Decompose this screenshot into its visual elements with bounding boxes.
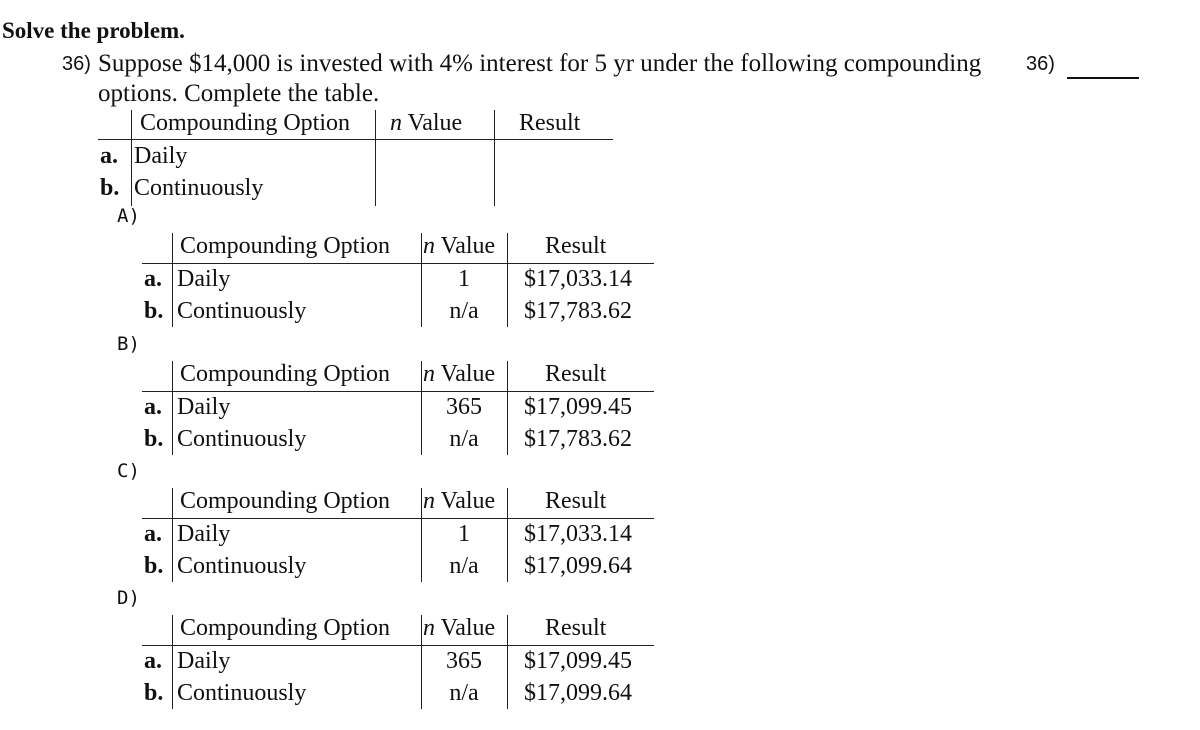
row-marker: b.: [144, 680, 164, 706]
n-symbol: n: [423, 615, 435, 641]
n-symbol: n: [390, 110, 402, 136]
row-marker: b.: [144, 298, 164, 324]
header-result: Result: [545, 488, 607, 514]
header-result: Result: [545, 615, 607, 641]
row-option: Daily: [177, 521, 231, 547]
table-divider: [172, 488, 173, 582]
row-option: Continuously: [134, 175, 264, 201]
row-result: $17,099.64: [524, 553, 632, 579]
choice-label[interactable]: D): [117, 587, 140, 609]
header-compounding-option: Compounding Option: [180, 615, 391, 641]
row-option: Continuously: [177, 553, 307, 579]
table-header-rule: [98, 139, 613, 140]
row-option: Daily: [177, 648, 231, 674]
section-heading: Solve the problem.: [2, 18, 185, 43]
header-n-value: n Value: [423, 233, 495, 260]
header-result: Result: [519, 110, 581, 136]
n-label: Value: [402, 110, 463, 136]
row-marker: a.: [144, 266, 162, 292]
row-n-value: 1: [458, 266, 470, 292]
row-option: Daily: [177, 266, 231, 292]
table-divider: [172, 615, 173, 709]
row-n-value: 1: [458, 521, 470, 547]
row-marker: a.: [144, 648, 162, 674]
row-n-value: n/a: [449, 298, 479, 324]
row-result: $17,099.45: [524, 648, 632, 674]
n-symbol: n: [423, 488, 435, 514]
question-text-line-1: Suppose $14,000 is invested with 4% inte…: [98, 50, 982, 77]
header-compounding-option: Compounding Option: [180, 361, 391, 387]
row-option: Continuously: [177, 298, 307, 324]
row-option: Continuously: [177, 426, 307, 452]
row-n-value: n/a: [449, 553, 479, 579]
choice-label[interactable]: A): [117, 205, 140, 227]
header-compounding-option: Compounding Option: [180, 233, 391, 259]
row-marker: a.: [144, 521, 162, 547]
row-marker: b.: [100, 175, 120, 201]
row-marker: b.: [144, 553, 164, 579]
header-compounding-option: Compounding Option: [180, 488, 391, 514]
table-divider: [131, 110, 132, 206]
table-header-rule: [142, 391, 654, 392]
row-result: $17,033.14: [524, 521, 632, 547]
row-result: $17,783.62: [524, 426, 632, 452]
answer-blank[interactable]: [1067, 77, 1139, 79]
n-label: Value: [435, 488, 496, 514]
table-header-rule: [142, 263, 654, 264]
row-option: Daily: [134, 143, 188, 169]
row-marker: a.: [144, 394, 162, 420]
row-result: $17,033.14: [524, 266, 632, 292]
table-divider: [494, 110, 495, 206]
header-result: Result: [545, 361, 607, 387]
row-marker: b.: [144, 426, 164, 452]
header-compounding-option: Compounding Option: [140, 110, 351, 136]
row-n-value: 365: [446, 394, 482, 420]
row-result: $17,099.45: [524, 394, 632, 420]
question-number: 36): [62, 53, 91, 75]
header-result: Result: [545, 233, 607, 259]
table-header-rule: [142, 518, 654, 519]
n-label: Value: [435, 233, 496, 259]
row-result: $17,783.62: [524, 298, 632, 324]
row-option: Daily: [177, 394, 231, 420]
table-divider: [172, 233, 173, 327]
header-n-value: n Value: [423, 615, 495, 642]
answer-label: 36): [1026, 53, 1055, 75]
header-n-value: n Value: [423, 361, 495, 388]
row-n-value: 365: [446, 648, 482, 674]
row-n-value: n/a: [449, 426, 479, 452]
table-divider: [375, 110, 376, 206]
header-n-value: n Value: [390, 110, 462, 137]
choice-label[interactable]: C): [117, 460, 140, 482]
n-symbol: n: [423, 361, 435, 387]
question-text-line-2: options. Complete the table.: [98, 80, 380, 107]
table-divider: [172, 361, 173, 455]
row-marker: a.: [100, 143, 118, 169]
n-symbol: n: [423, 233, 435, 259]
table-header-rule: [142, 645, 654, 646]
n-label: Value: [435, 615, 496, 641]
row-option: Continuously: [177, 680, 307, 706]
choice-label[interactable]: B): [117, 333, 140, 355]
header-n-value: n Value: [423, 488, 495, 515]
n-label: Value: [435, 361, 496, 387]
row-result: $17,099.64: [524, 680, 632, 706]
row-n-value: n/a: [449, 680, 479, 706]
